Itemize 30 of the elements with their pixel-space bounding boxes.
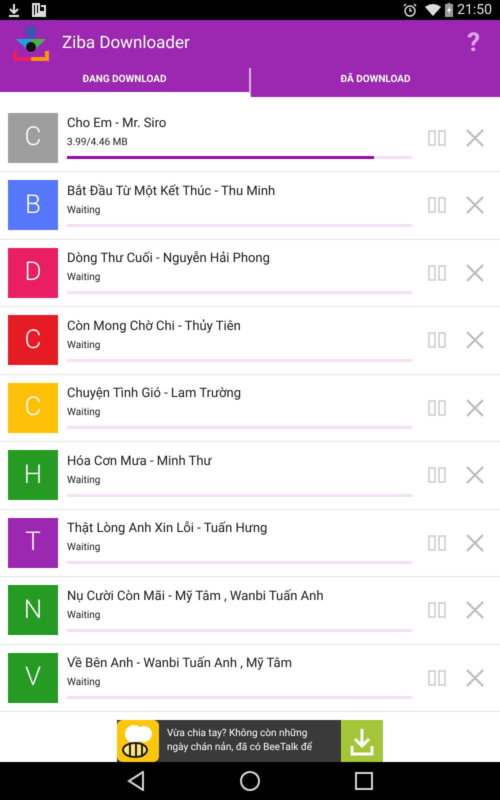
download-status: 3.99/4.46 MB [67, 137, 129, 150]
app-title: Ziba Downloader [62, 32, 190, 56]
ad-text: Vừa chia tay? Không còn những ngày chán nản, đã có BeeTalk để [167, 726, 314, 755]
download-status: Waiting [67, 474, 102, 487]
letter-avatar: B [8, 180, 58, 230]
download-status: Waiting [67, 204, 102, 217]
download-status: Waiting [67, 272, 102, 284]
letter-avatar: C [8, 112, 58, 163]
letter-avatar: C [8, 315, 58, 366]
letter-avatar: V [8, 652, 58, 703]
letter-avatar: D [8, 248, 58, 298]
song-title: Nụ Cười Còn Mãi - Mỹ Tâm , Wanbi Tuấn Anh [67, 588, 325, 605]
song-title: Cho Em - Mr. Siro [67, 116, 168, 132]
download-status: Waiting [67, 542, 102, 554]
letter-avatar: N [8, 585, 58, 636]
download-status: Waiting [67, 610, 102, 622]
song-title: Thật Lòng Anh Xin Lỗi - Tuấn Hưng [67, 521, 268, 538]
song-title: Dòng Thư Cuối - Nguyễn Hải Phong [67, 251, 271, 268]
letter-avatar: C [8, 382, 58, 433]
song-title: Còn Mong Chờ Chi - Thủy Tiên [67, 318, 242, 335]
song-title: Chuyện Tình Gió - Lam Trường [67, 386, 242, 402]
letter-avatar: H [8, 450, 58, 500]
download-status: Waiting [67, 407, 102, 420]
clock: 21:50 [457, 0, 492, 20]
download-status: Waiting [67, 340, 102, 352]
letter-avatar: T [8, 518, 58, 568]
song-title: Hóa Cơn Mưa - Minh Thư [67, 454, 213, 470]
song-title: Bắt Đầu Từ Một Kết Thúc - Thu Minh [67, 184, 276, 200]
download-status: Waiting [67, 677, 102, 690]
song-title: Về Bên Anh - Wanbi Tuấn Anh , Mỹ Tâm [67, 656, 293, 672]
